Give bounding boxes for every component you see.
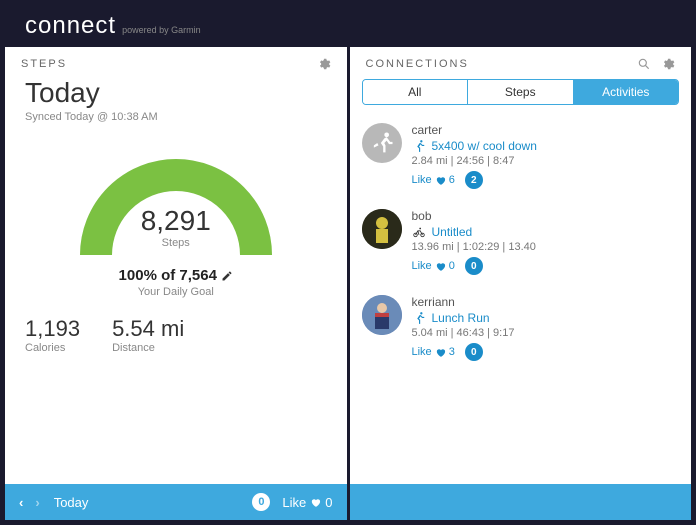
steps-label: Steps	[76, 237, 276, 249]
feed-comment-badge[interactable]: 2	[465, 171, 483, 189]
footer-period: Today	[54, 495, 89, 510]
feed-comment-badge[interactable]: 0	[465, 343, 483, 361]
feed-actions: Like 0 0	[412, 257, 680, 275]
pencil-icon[interactable]	[221, 270, 233, 282]
feed-like-label: Like	[412, 174, 432, 186]
heart-icon	[310, 497, 321, 508]
logo-tagline: powered by Garmin	[122, 25, 201, 35]
feed-actions: Like 6 2	[412, 171, 680, 189]
avatar[interactable]	[362, 209, 402, 249]
footer-comments-badge[interactable]: 0	[252, 493, 270, 511]
feed-comment-badge[interactable]: 0	[465, 257, 483, 275]
goal-line: 100% of 7,564	[119, 267, 233, 284]
logo: connect	[25, 12, 116, 40]
connections-title: CONNECTIONS	[366, 58, 469, 70]
steps-panel-title: STEPS	[21, 58, 67, 70]
calories-value: 1,193	[25, 316, 80, 342]
calories-label: Calories	[25, 342, 80, 354]
feed-like-button[interactable]: Like 6	[412, 174, 455, 186]
next-arrow-icon[interactable]: ›	[35, 495, 39, 510]
stat-distance: 5.54 mi Distance	[112, 316, 184, 354]
footer-arrows: ‹ ›	[19, 495, 40, 510]
footer-like-count: 0	[325, 495, 332, 510]
activity-feed: carter 5x400 w/ cool down 2.84 mi | 24:5…	[350, 115, 692, 520]
stat-calories: 1,193 Calories	[25, 316, 80, 354]
feed-activity-link[interactable]: 5x400 w/ cool down	[412, 139, 680, 153]
tab-activities[interactable]: Activities	[573, 80, 679, 104]
connections-footer	[350, 484, 692, 520]
feed-like-count: 3	[449, 346, 455, 358]
today-block: Today Synced Today @ 10:38 AM	[5, 77, 347, 123]
steps-panel: STEPS Today Synced Today @ 10:38 AM 8,29…	[5, 47, 350, 520]
gear-icon[interactable]	[317, 57, 331, 71]
goal-text: 100% of 7,564	[119, 267, 217, 284]
steps-value: 8,291	[76, 205, 276, 237]
heart-icon	[435, 175, 446, 186]
feed-like-button[interactable]: Like 0	[412, 260, 455, 272]
gear-icon[interactable]	[661, 57, 675, 71]
footer-like-button[interactable]: Like 0	[282, 495, 332, 510]
run-icon	[412, 311, 426, 325]
feed-like-label: Like	[412, 260, 432, 272]
steps-footer: ‹ › Today 0 Like 0	[5, 484, 347, 520]
feed-item: bob Untitled 13.96 mi | 1:02:29 | 13.40 …	[362, 201, 680, 287]
avatar[interactable]	[362, 295, 402, 335]
synced-text: Synced Today @ 10:38 AM	[25, 111, 327, 123]
connections-panel-header: CONNECTIONS	[350, 47, 692, 77]
distance-label: Distance	[112, 342, 184, 354]
steps-gauge: 8,291 Steps	[76, 145, 276, 265]
app-header: connect powered by Garmin	[5, 5, 691, 47]
bike-icon	[412, 225, 426, 239]
feed-meta: 13.96 mi | 1:02:29 | 13.40	[412, 241, 680, 253]
feed-username: bob	[412, 209, 680, 223]
feed-like-label: Like	[412, 346, 432, 358]
heart-icon	[435, 347, 446, 358]
content-row: STEPS Today Synced Today @ 10:38 AM 8,29…	[5, 47, 691, 520]
tab-all[interactable]: All	[363, 80, 468, 104]
today-title: Today	[25, 77, 327, 109]
avatar[interactable]	[362, 123, 402, 163]
feed-username: carter	[412, 123, 680, 137]
feed-meta: 5.04 mi | 46:43 | 9:17	[412, 327, 680, 339]
feed-like-count: 6	[449, 174, 455, 186]
run-icon	[412, 139, 426, 153]
footer-like-label: Like	[282, 495, 306, 510]
feed-meta: 2.84 mi | 24:56 | 8:47	[412, 155, 680, 167]
feed-like-button[interactable]: Like 3	[412, 346, 455, 358]
connections-header-icons	[637, 57, 675, 71]
search-icon[interactable]	[637, 57, 651, 71]
feed-item: carter 5x400 w/ cool down 2.84 mi | 24:5…	[362, 115, 680, 201]
distance-value: 5.54 mi	[112, 316, 184, 342]
feed-body: kerriann Lunch Run 5.04 mi | 46:43 | 9:1…	[412, 295, 680, 361]
feed-body: bob Untitled 13.96 mi | 1:02:29 | 13.40 …	[412, 209, 680, 275]
connections-panel: CONNECTIONS All Steps Activities carter	[350, 47, 692, 520]
steps-panel-header: STEPS	[5, 47, 347, 77]
gauge-wrap: 8,291 Steps 100% of 7,564 Your Daily Goa…	[5, 145, 347, 298]
feed-body: carter 5x400 w/ cool down 2.84 mi | 24:5…	[412, 123, 680, 189]
goal-sub: Your Daily Goal	[138, 286, 214, 298]
tab-steps[interactable]: Steps	[467, 80, 573, 104]
feed-activity-link[interactable]: Untitled	[412, 225, 680, 239]
feed-activity-title: Untitled	[432, 225, 473, 239]
connections-tabs: All Steps Activities	[362, 79, 680, 105]
feed-activity-title: Lunch Run	[432, 311, 490, 325]
gauge-center: 8,291 Steps	[76, 205, 276, 249]
prev-arrow-icon[interactable]: ‹	[19, 495, 23, 510]
stats-row: 1,193 Calories 5.54 mi Distance	[5, 298, 347, 354]
app-frame: connect powered by Garmin STEPS Today Sy…	[0, 0, 696, 525]
heart-icon	[435, 261, 446, 272]
feed-username: kerriann	[412, 295, 680, 309]
feed-activity-title: 5x400 w/ cool down	[432, 139, 537, 153]
feed-activity-link[interactable]: Lunch Run	[412, 311, 680, 325]
feed-like-count: 0	[449, 260, 455, 272]
feed-actions: Like 3 0	[412, 343, 680, 361]
feed-item: kerriann Lunch Run 5.04 mi | 46:43 | 9:1…	[362, 287, 680, 373]
